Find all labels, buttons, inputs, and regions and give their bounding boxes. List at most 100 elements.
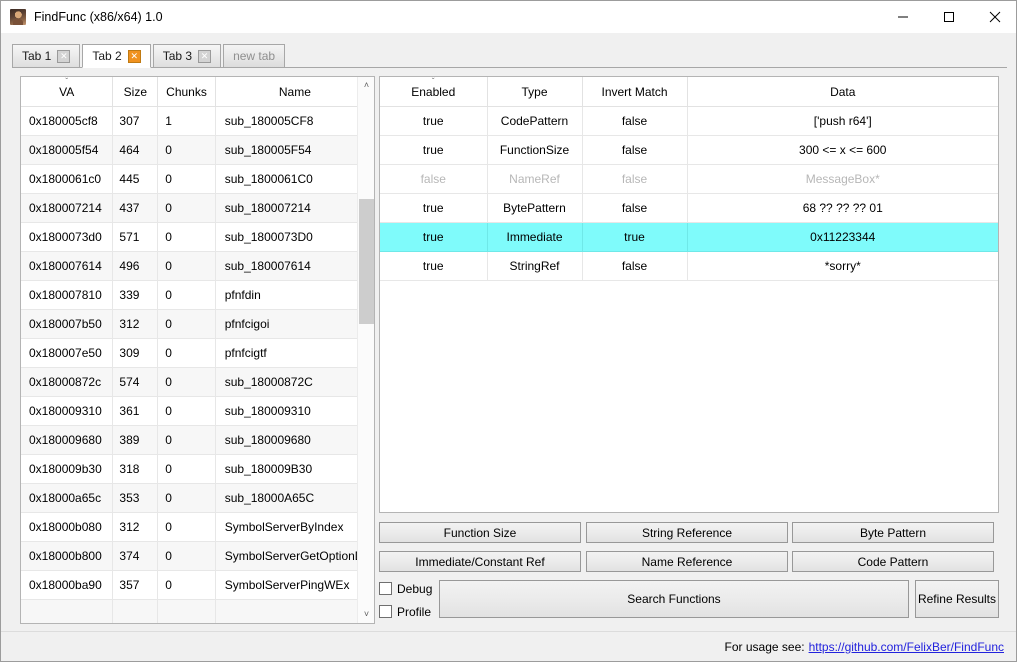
cell-va: 0x18000ba90 [21, 570, 114, 600]
cell-invert-match[interactable]: true [582, 222, 688, 252]
table-row[interactable]: true Immediate true 0x11223344 [380, 222, 998, 252]
tab-3[interactable]: Tab 3 ✕ [152, 44, 222, 67]
table-row[interactable]: 0x180007614 496 0 sub_180007614 [21, 251, 374, 281]
tab-1[interactable]: Tab 1 ✕ [12, 44, 81, 67]
debug-checkbox[interactable] [379, 582, 392, 595]
table-row[interactable]: 0x18000b800 374 0 SymbolServerGetOptionData [21, 541, 374, 571]
tab-new[interactable]: new tab [223, 44, 286, 67]
profile-checkbox[interactable] [379, 605, 392, 618]
search-functions-button[interactable]: Search Functions [439, 580, 909, 618]
cell-name: sub_18000A65C [215, 483, 374, 513]
code-pattern-button[interactable]: Code Pattern [792, 551, 994, 572]
tab-2[interactable]: Tab 2 ✕ [82, 44, 151, 68]
cell-invert-match[interactable]: false [582, 135, 688, 165]
profile-checkbox-row[interactable]: Profile [379, 601, 437, 622]
cell-chunks: 0 [157, 280, 216, 310]
scroll-up-icon[interactable]: ˄ [358, 77, 374, 94]
cell-chunks: 0 [157, 570, 216, 600]
scrollbar-thumb[interactable] [359, 199, 374, 324]
table-row[interactable]: true StringRef false *sorry* [380, 251, 998, 281]
cell-size: 464 [112, 135, 159, 165]
cell-va: 0x1800061c0 [21, 164, 114, 194]
cell-name: sub_180009310 [215, 396, 374, 426]
cell-name: pfnfdin [215, 280, 374, 310]
functions-table-body: 0x180005cf8 307 1 sub_180005CF8 0x180005f54… [21, 106, 374, 623]
cell-data[interactable]: 0x11223344 [687, 222, 998, 252]
cell-data[interactable]: ['push r64'] [687, 106, 998, 136]
table-row[interactable]: 0x180009680 389 0 sub_180009680 [21, 425, 374, 455]
cell-enabled[interactable]: true [380, 193, 488, 223]
table-row[interactable]: 0x180005cf8 307 1 sub_180005CF8 [21, 106, 374, 136]
table-row[interactable]: 0x18000ba90 357 0 SymbolServerPingWEx [21, 570, 374, 600]
cell-invert-match[interactable]: false [582, 193, 688, 223]
cell-enabled[interactable]: true [380, 106, 488, 136]
table-row[interactable] [21, 599, 374, 623]
column-header-type[interactable]: Type [487, 77, 583, 107]
table-row[interactable]: 0x180005f54 464 0 sub_180005F54 [21, 135, 374, 165]
table-row[interactable]: 0x180007810 339 0 pfnfdin [21, 280, 374, 310]
column-header-enabled[interactable]: ˇ Enabled [380, 77, 488, 107]
table-row[interactable]: 0x180007e50 309 0 pfnfcigtf [21, 338, 374, 368]
table-row[interactable]: 0x1800073d0 571 0 sub_1800073D0 [21, 222, 374, 252]
table-row[interactable]: 0x18000872c 574 0 sub_18000872C [21, 367, 374, 397]
cell-invert-match[interactable]: false [582, 164, 688, 194]
rules-table-body: true CodePattern false ['push r64'] true Fun… [380, 106, 998, 281]
cell-chunks: 0 [157, 164, 216, 194]
cell-type: StringRef [487, 251, 583, 281]
refine-results-button[interactable]: Refine Results [915, 580, 999, 618]
table-row[interactable]: 0x18000a65c 353 0 sub_18000A65C [21, 483, 374, 513]
cell-chunks: 0 [157, 396, 216, 426]
minimize-icon[interactable] [880, 1, 926, 32]
cell-name: pfnfcigtf [215, 338, 374, 368]
function-size-button[interactable]: Function Size [379, 522, 581, 543]
table-row[interactable]: 0x180009310 361 0 sub_180009310 [21, 396, 374, 426]
table-row[interactable]: 0x180007b50 312 0 pfnfcigoi [21, 309, 374, 339]
tab-1-close-icon[interactable]: ✕ [57, 49, 71, 63]
column-header-data[interactable]: Data [687, 77, 998, 107]
close-icon[interactable] [972, 1, 1016, 32]
cell-name: SymbolServerPingWEx [215, 570, 374, 600]
table-row[interactable]: true BytePattern false 68 ?? ?? ?? 01 [380, 193, 998, 223]
column-header-size[interactable]: Size [112, 77, 159, 107]
cell-data[interactable]: *sorry* [687, 251, 998, 281]
column-header-invert-match[interactable]: Invert Match [582, 77, 688, 107]
name-reference-button[interactable]: Name Reference [586, 551, 788, 572]
window-controls [880, 1, 1016, 32]
string-reference-button[interactable]: String Reference [586, 522, 788, 543]
window-title: FindFunc (x86/x64) 1.0 [34, 9, 163, 24]
cell-data[interactable]: MessageBox* [687, 164, 998, 194]
column-header-chunks[interactable]: Chunks [157, 77, 216, 107]
cell-invert-match[interactable]: false [582, 251, 688, 281]
footer-text: For usage see: [724, 640, 805, 654]
table-row[interactable]: false NameRef false MessageBox* [380, 164, 998, 194]
byte-pattern-button[interactable]: Byte Pattern [792, 522, 994, 543]
table-row[interactable]: 0x18000b080 312 0 SymbolServerByIndex [21, 512, 374, 542]
cell-enabled[interactable]: true [380, 251, 488, 281]
column-header-name[interactable]: Name [215, 77, 374, 107]
cell-enabled[interactable]: true [380, 222, 488, 252]
app-window: FindFunc (x86/x64) 1.0 Tab 1 ✕ Tab 2 ✕ T… [0, 0, 1017, 662]
scroll-down-icon[interactable]: ˅ [358, 606, 374, 623]
cell-size: 571 [112, 222, 159, 252]
cell-name: sub_180007614 [215, 251, 374, 281]
cell-enabled[interactable]: true [380, 135, 488, 165]
cell-data[interactable]: 68 ?? ?? ?? 01 [687, 193, 998, 223]
tab-3-close-icon[interactable]: ✕ [198, 49, 212, 63]
cell-invert-match[interactable]: false [582, 106, 688, 136]
table-row[interactable]: 0x180007214 437 0 sub_180007214 [21, 193, 374, 223]
table-row[interactable]: 0x180009b30 318 0 sub_180009B30 [21, 454, 374, 484]
cell-data[interactable]: 300 <= x <= 600 [687, 135, 998, 165]
table-row[interactable]: true CodePattern false ['push r64'] [380, 106, 998, 136]
immediate-constant-ref-button[interactable]: Immediate/Constant Ref [379, 551, 581, 572]
tab-1-label: Tab 1 [22, 49, 52, 63]
tab-2-close-icon[interactable]: ✕ [127, 49, 141, 63]
maximize-icon[interactable] [926, 1, 972, 32]
tab-new-label: new tab [233, 49, 276, 63]
column-header-va[interactable]: ˇ VA [21, 77, 114, 107]
debug-checkbox-row[interactable]: Debug [379, 578, 437, 599]
cell-enabled[interactable]: false [380, 164, 488, 194]
table-row[interactable]: 0x1800061c0 445 0 sub_1800061C0 [21, 164, 374, 194]
functions-vertical-scrollbar[interactable]: ˄ ˅ [357, 77, 374, 623]
table-row[interactable]: true FunctionSize false 300 <= x <= 600 [380, 135, 998, 165]
github-link[interactable]: https://github.com/FelixBer/FindFunc [809, 640, 1004, 654]
